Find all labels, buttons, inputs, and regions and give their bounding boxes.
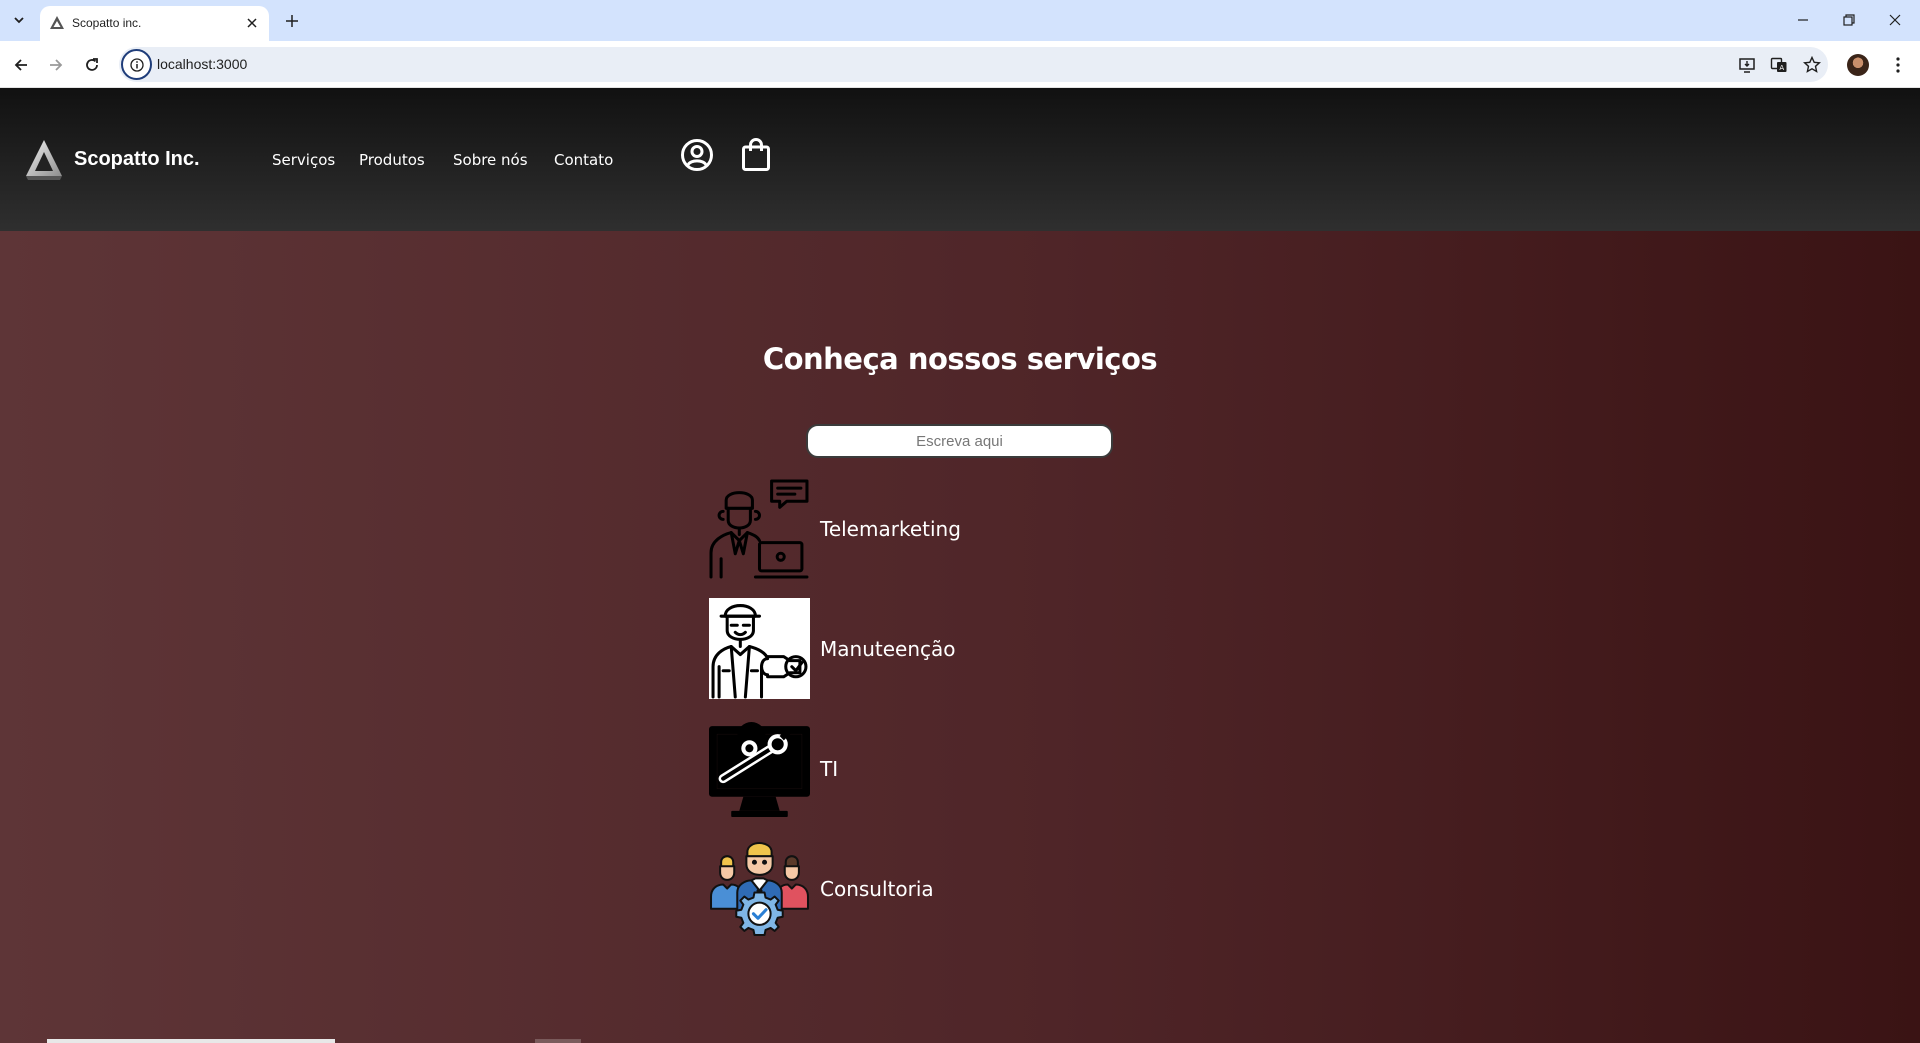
favicon-icon [50, 16, 64, 29]
browser-tab[interactable]: Scopatto inc. [40, 6, 269, 41]
service-item-ti[interactable]: TI [709, 718, 1109, 819]
bookmark-star-icon[interactable] [1799, 52, 1825, 78]
tab-search-chevron-icon[interactable] [8, 9, 30, 31]
shopping-bag-icon[interactable] [738, 137, 774, 173]
site-header: Scopatto Inc. Serviços Produtos Sobre nó… [0, 88, 1920, 231]
user-account-icon[interactable] [679, 137, 715, 173]
nav-link-sobre-nos[interactable]: Sobre nós [453, 151, 528, 169]
new-tab-icon[interactable] [281, 10, 303, 32]
browser-tab-strip: Scopatto inc. [0, 0, 1920, 41]
install-app-icon[interactable] [1734, 52, 1760, 78]
restore-icon[interactable] [1834, 8, 1864, 32]
site-info-icon[interactable] [121, 49, 152, 80]
logo-icon[interactable] [25, 138, 63, 180]
page-content: Scopatto Inc. Serviços Produtos Sobre nó… [0, 88, 1920, 1043]
translate-icon[interactable]: A [1766, 52, 1792, 78]
more-menu-icon[interactable] [1885, 52, 1911, 78]
horizontal-scrollbar-marker [535, 1039, 581, 1043]
nav-link-servicos[interactable]: Serviços [272, 151, 335, 169]
svg-text:A: A [1779, 64, 1784, 72]
address-bar[interactable]: localhost:3000 [119, 47, 1828, 82]
profile-avatar[interactable] [1847, 54, 1869, 76]
service-item-telemarketing[interactable]: Telemarketing [709, 478, 1109, 579]
close-window-icon[interactable] [1880, 8, 1910, 32]
consulting-team-icon [710, 842, 809, 936]
tab-close-icon[interactable] [243, 14, 261, 32]
it-monitor-icon [709, 722, 810, 817]
nav-link-produtos[interactable]: Produtos [359, 151, 425, 169]
service-label[interactable]: Telemarketing [820, 517, 961, 541]
service-label[interactable]: TI [820, 757, 838, 781]
service-label[interactable]: Consultoria [820, 877, 934, 901]
forward-arrow-icon[interactable] [43, 52, 69, 78]
tab-title: Scopatto inc. [72, 16, 142, 30]
page-title: Conheça nossos serviços [762, 342, 1158, 376]
nav-link-contato[interactable]: Contato [554, 151, 613, 169]
maintenance-icon [709, 598, 810, 699]
telemarketing-icon [709, 479, 809, 579]
service-item-manutencao[interactable]: Manuteenção [709, 598, 1109, 699]
horizontal-scrollbar-thumb[interactable] [47, 1039, 335, 1043]
url-text: localhost:3000 [157, 56, 248, 72]
search-input[interactable] [806, 424, 1113, 458]
reload-icon[interactable] [79, 52, 105, 78]
back-arrow-icon[interactable] [8, 52, 34, 78]
browser-toolbar: localhost:3000 A [0, 41, 1920, 88]
brand-name[interactable]: Scopatto Inc. [74, 148, 200, 171]
service-label[interactable]: Manuteenção [820, 637, 955, 661]
service-item-consultoria[interactable]: Consultoria [709, 838, 1109, 939]
minimize-icon[interactable] [1788, 8, 1818, 32]
